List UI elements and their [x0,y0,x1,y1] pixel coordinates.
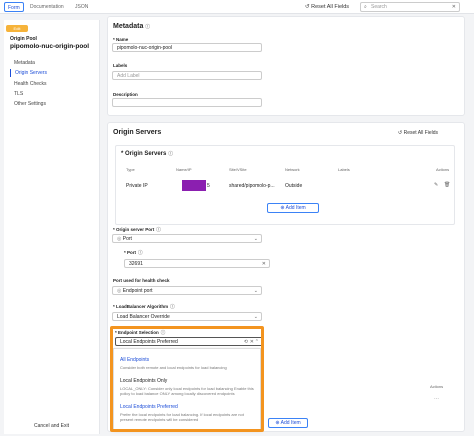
plus-icon: ⊕ [275,420,280,426]
object-name: pipomolo-nuc-origin-pool [10,43,90,50]
row-type: Private IP [126,183,148,189]
chevron-down-icon: ⌄ [253,314,258,320]
cancel-and-exit-button[interactable]: Cancel and Exit [34,423,69,429]
add-item-button[interactable]: ⊕ Add Item [267,203,319,213]
origin-servers-table-title: * Origin Servers ⓘ [121,151,173,157]
labels-label: Labels [113,63,128,68]
lower-table: Actions ⋯ [268,384,463,404]
redacted-ip [182,180,206,191]
close-icon[interactable]: ✕ [452,3,456,12]
sidebar-item-metadata[interactable]: Metadata [10,59,98,67]
row-site: shared/pipomolo-p... [229,183,275,189]
close-icon[interactable]: ✕ [262,260,266,268]
search-icon: ⌕ [364,4,367,10]
highlight-frame [110,326,264,432]
info-icon: ⓘ [170,304,175,309]
col-site: Site/VSite [229,167,247,172]
reset-all-fields-button[interactable]: ↺ Reset All Fields [305,2,349,12]
sidebar-item-origin-servers[interactable]: Origin Servers [10,69,98,77]
col-type: Type [126,167,135,172]
name-label: * Name [113,37,129,42]
plus-icon: ⊕ [280,205,285,211]
edit-icon[interactable]: ✎ [434,182,438,188]
row-network: Outside [285,183,303,189]
info-icon: ⓘ [156,227,161,232]
col-labels: Labels [338,167,350,172]
sidebar-item-tls[interactable]: TLS [10,90,98,98]
port-type-select[interactable]: ◎ Port ⌄ [112,234,262,243]
tab-form[interactable]: Form [4,2,24,12]
tab-documentation[interactable]: Documentation [27,2,67,12]
sidebar: Edit Origin Pool pipomolo-nuc-origin-poo… [4,20,100,434]
origin-servers-table: * Origin Servers ⓘ Type Name/IP Site/VSit… [115,145,455,225]
row-name-suffix: 5 [207,183,210,189]
col-name-ip: Name/IP [176,167,192,172]
reset-icon: ↺ [305,4,310,10]
edit-badge: Edit [6,25,28,32]
search-input[interactable]: ⌕ Search ✕ [360,2,460,12]
info-icon: ⓘ [138,250,143,255]
labels-input[interactable]: Add Label [112,71,262,80]
description-input[interactable] [112,98,262,107]
more-icon[interactable]: ⋯ [434,396,439,402]
health-port-label: Port used for health check [113,278,170,283]
port-sub-label: * Port ⓘ [124,250,143,255]
health-port-select[interactable]: ◎ Endpoint port ⌄ [112,286,262,295]
lb-select[interactable]: Load Balancer Override ⌄ [112,312,262,321]
lower-col-actions: Actions [430,384,444,389]
sidebar-item-health-checks[interactable]: Health Checks [10,80,98,88]
col-actions: Actions [436,167,450,172]
lb-label: * LoadBalancer Algorithm ⓘ [113,304,175,309]
lower-add-item-button[interactable]: ⊕ Add Item [268,418,308,428]
top-bar: Form Documentation JSON ↺ Reset All Fiel… [0,0,474,14]
tab-json[interactable]: JSON [72,2,91,12]
origin-reset-button[interactable]: ↺ Reset All Fields [398,130,438,136]
description-label: Description [113,92,138,97]
sidebar-item-other-settings[interactable]: Other Settings [10,100,98,108]
reset-icon: ↺ [398,130,403,136]
chevron-down-icon: ⌄ [253,288,258,294]
object-kind: Origin Pool [10,36,37,42]
info-icon: ⓘ [168,151,173,156]
info-icon: ⓘ [145,24,150,29]
chevron-down-icon: ⌄ [253,236,258,242]
port-input[interactable]: 32691 ✕ [124,259,270,268]
col-network: Network [285,167,300,172]
port-label: * Origin server Port ⓘ [113,227,161,232]
metadata-title: Metadata ⓘ [113,23,150,30]
metadata-section: Metadata ⓘ * Name pipomolo-nuc-origin-poo… [107,16,465,116]
name-input[interactable]: pipomolo-nuc-origin-pool [112,43,262,52]
origin-servers-title: Origin Servers [113,129,162,136]
delete-icon[interactable]: 🗑 [444,182,450,188]
